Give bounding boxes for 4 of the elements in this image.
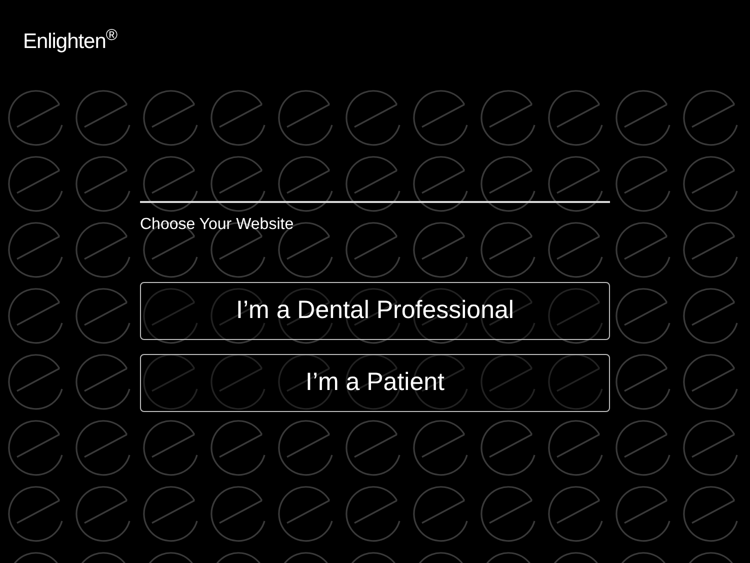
heading: Choose Your Website	[140, 215, 295, 235]
choice-button[interactable]: I’m a Dental Professional	[140, 282, 610, 340]
choice-button[interactable]: I’m a Patient	[140, 354, 610, 412]
logo: Enlighten$^{®}$	[23, 30, 117, 53]
